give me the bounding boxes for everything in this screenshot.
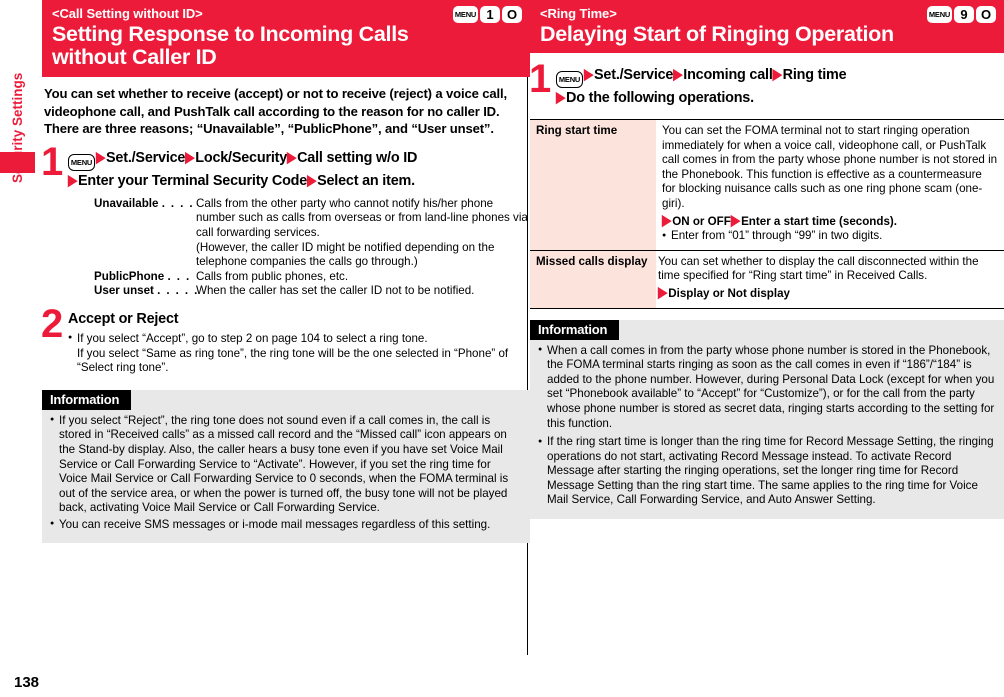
left-step-2-number: 2 [41,301,64,346]
triangle-icon: ▶ [287,147,297,166]
definition-term-label: User unset [94,284,154,298]
right-step-1-item-4: Do the following operations. [566,90,754,106]
definition-description: When the caller has set the caller ID no… [196,284,475,298]
numeric-key-o-icon: O [976,6,996,23]
left-step-2: 2 Accept or Reject If you select “Accept… [41,304,530,376]
definition-dots: . . . . [161,196,195,210]
left-intro-paragraph: You can set whether to receive (accept) … [44,86,507,137]
table-row-option-1: Display or Not display [668,286,790,300]
triangle-icon: ▶ [662,210,672,229]
right-information-heading: Information [530,319,620,340]
sidebar-section-label: Security Settings [10,72,25,183]
right-information-body: When a call comes in from the party whos… [530,340,1004,509]
bullet-item: When a call comes in from the party whos… [538,343,995,432]
right-information-box: Information When a call comes in from th… [530,319,1004,520]
triangle-icon: ▶ [658,283,668,301]
triangle-icon: ▶ [307,170,317,189]
numeric-key-o-icon: O [502,6,522,23]
table-row-desc-text: You can set whether to display the call … [658,254,979,283]
left-step-1-item-3: Call setting w/o ID [297,149,418,166]
right-banner-subtitle: <Ring Time> [540,6,617,21]
left-definition-list: Unavailable . . . . Calls from the other… [68,197,530,299]
definition-term: Unavailable . . . . [94,197,196,270]
right-step-1: 1 MENU ▶Set./Service▶Incoming call▶Ring t… [529,59,1004,108]
page-number: 138 [14,674,40,691]
definition-row: Unavailable . . . . Calls from the other… [94,197,530,270]
left-banner-subtitle: <Call Setting without ID> [52,6,203,21]
bullet-item: If you select “Accept”, go to step 2 on … [68,331,530,347]
definition-dots: . . . . . [157,284,199,298]
definition-term: PublicPhone . . . [94,270,196,285]
left-information-box: Information If you select “Reject”, the … [42,389,530,544]
bullet-item: You can receive SMS messages or i-mode m… [50,517,521,533]
triangle-icon: ▶ [68,170,78,189]
table-row-description: You can set whether to display the call … [656,251,1004,308]
left-banner-title: Setting Response to Incoming Calls witho… [52,23,520,69]
menu-key-icon: MENU [453,6,478,23]
bullet-item: If the ring start time is longer than th… [538,435,995,508]
triangle-icon: ▶ [556,88,566,106]
table-row-note: Enter from “01” through “99” in two digi… [662,229,998,244]
definition-row: PublicPhone . . . Calls from public phon… [94,270,530,285]
triangle-icon: ▶ [185,147,195,166]
definition-term-label: PublicPhone [94,269,165,283]
bullet-continuation: If you select “Same as ring tone”, the r… [77,346,509,375]
left-step-1-item-4: Enter your Terminal Security Code [78,172,308,189]
definition-description: Calls from the other party who cannot no… [196,196,528,269]
right-step-1-item-3: Ring time [782,67,847,83]
left-banner: MENU 1 O <Call Setting without ID> Setti… [42,0,530,77]
left-step-2-notes: If you select “Accept”, go to step 2 on … [68,331,530,376]
left-banner-title-line2: without Caller ID [52,45,217,69]
right-banner: MENU 9 O <Ring Time> Delaying Start of R… [530,0,1004,53]
bullet-item: If you select “Reject”, the ring tone do… [50,413,521,516]
left-step-1-item-1: Set./Service [106,149,186,166]
table-row-options: ▶Display or Not display [658,283,998,302]
triangle-icon: ▶ [772,65,782,83]
table-row-term: Ring start time [530,120,656,250]
right-step-1-item-2: Incoming call [683,67,773,83]
left-banner-title-line1: Setting Response to Incoming Calls [52,22,409,46]
left-step-1: 1 MENU ▶Set./Service▶Lock/Security▶Call s… [41,142,530,299]
right-step-1-item-1: Set./Service [594,67,674,83]
left-column: MENU 1 O <Call Setting without ID> Setti… [41,0,530,544]
right-step-1-sequence: MENU ▶Set./Service▶Incoming call▶Ring tim… [556,65,1004,108]
table-row-description: You can set the FOMA terminal not to sta… [656,120,1004,250]
definition-term: User unset . . . . . [94,284,199,299]
left-step-1-item-5: Select an item. [317,172,415,189]
table-row-term: Missed calls display [530,250,656,308]
menu-key-icon: MENU [927,6,952,23]
triangle-icon: ▶ [673,65,683,83]
left-step-1-number: 1 [41,139,64,184]
definition-description: Calls from public phones, etc. [196,269,349,283]
definition-term-label: Unavailable [94,196,159,210]
triangle-icon: ▶ [96,147,106,166]
right-step-1-number: 1 [529,57,552,101]
left-information-body: If you select “Reject”, the ring tone do… [42,410,530,533]
table-row-desc-text: You can set the FOMA terminal not to sta… [662,124,998,210]
table-row-option-1: ON or OFF [672,214,731,228]
triangle-icon: ▶ [730,210,741,229]
table-row-option-2: Enter a start time (seconds). [741,214,897,228]
bullet-line-1: If you select “Accept”, go to step 2 on … [77,331,428,345]
left-banner-key-sequence: MENU 1 O [453,6,522,23]
right-banner-key-sequence: MENU 9 O [927,6,996,23]
table-row: Ring start time You can set the FOMA ter… [530,120,1004,251]
left-step-2-heading: Accept or Reject [68,310,179,327]
right-column: MENU 9 O <Ring Time> Delaying Start of R… [529,0,1004,520]
numeric-key-1-icon: 1 [480,6,500,23]
definition-dots: . . . [167,269,191,283]
ring-time-parameter-table: Ring start time You can set the FOMA ter… [530,119,1004,309]
left-step-1-item-2: Lock/Security [195,149,288,166]
left-step-1-sequence: MENU ▶Set./Service▶Lock/Security▶Call set… [68,148,530,191]
table-row-options: ▶ON or OFF▶Enter a start time (seconds). [662,210,998,230]
table-row: Missed calls display You can set whether… [530,250,1004,308]
triangle-icon: ▶ [584,65,594,83]
left-information-heading: Information [42,389,132,410]
numeric-key-9-icon: 9 [954,6,974,23]
definition-row: User unset . . . . . When the caller has… [94,284,530,299]
sidebar-section-tab: Security Settings [0,0,40,697]
right-banner-title: Delaying Start of Ringing Operation [540,22,894,46]
